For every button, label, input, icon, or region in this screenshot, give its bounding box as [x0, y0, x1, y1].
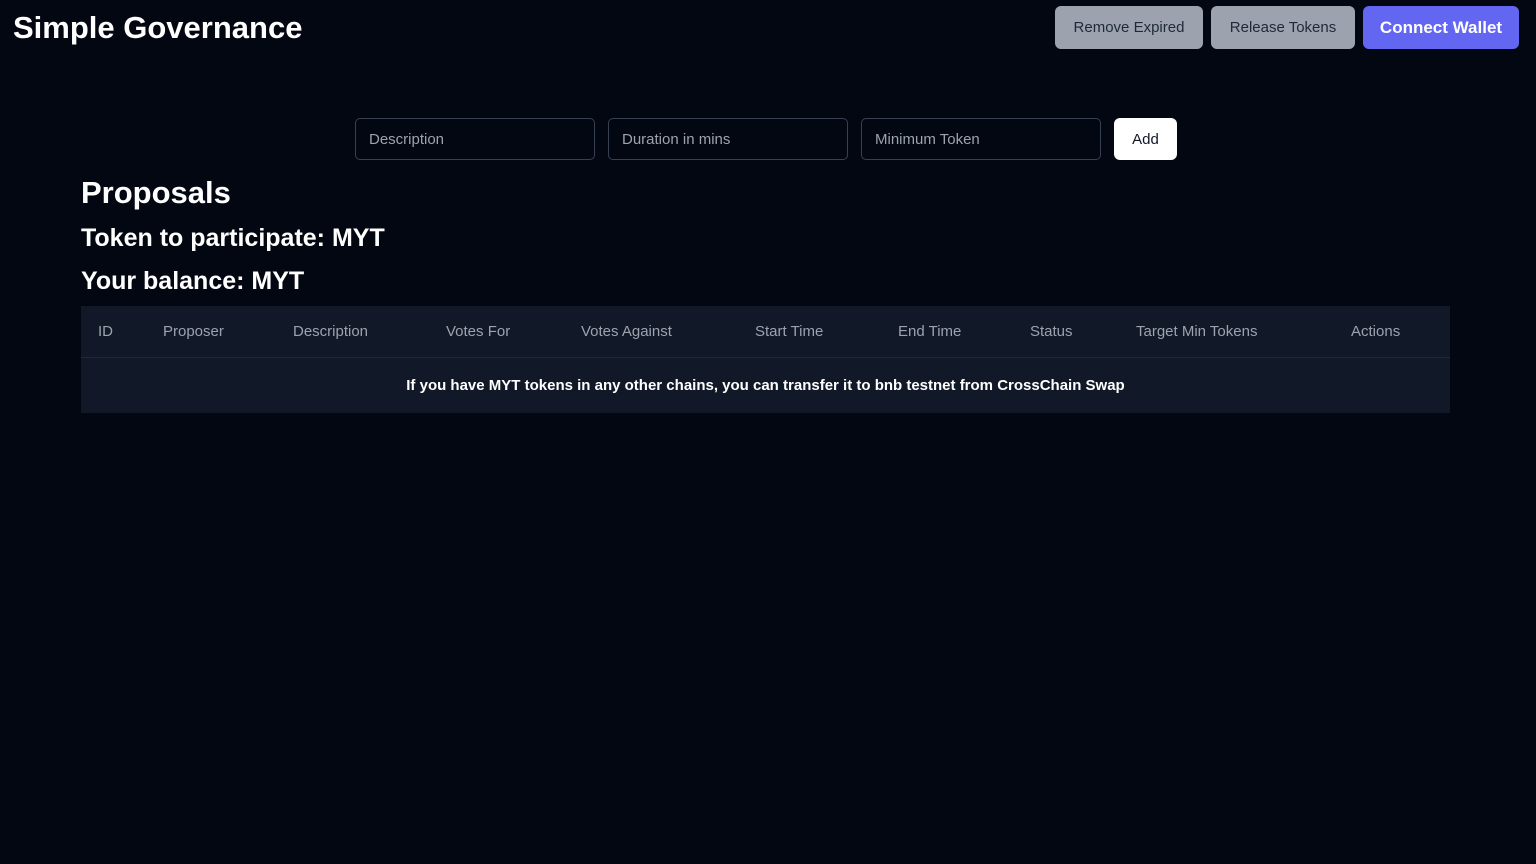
header-actions: Remove Expired Release Tokens Connect Wa…	[1055, 6, 1519, 49]
release-tokens-button[interactable]: Release Tokens	[1211, 6, 1355, 49]
remove-expired-button[interactable]: Remove Expired	[1055, 6, 1203, 49]
app-title: Simple Governance	[13, 10, 303, 45]
column-header-description: Description	[293, 306, 446, 358]
column-header-target-min-tokens: Target Min Tokens	[1136, 306, 1351, 358]
column-header-id: ID	[81, 306, 163, 358]
column-header-votes-for: Votes For	[446, 306, 581, 358]
crosschain-notice: If you have MYT tokens in any other chai…	[406, 377, 1125, 394]
column-header-end-time: End Time	[898, 306, 1030, 358]
table-header-row: ID Proposer Description Votes For Votes …	[81, 306, 1450, 358]
duration-input[interactable]	[608, 118, 848, 160]
column-header-start-time: Start Time	[755, 306, 898, 358]
connect-wallet-button[interactable]: Connect Wallet	[1363, 6, 1519, 49]
token-to-participate: Token to participate: MYT	[81, 224, 385, 252]
column-header-votes-against: Votes Against	[581, 306, 755, 358]
column-header-actions: Actions	[1351, 306, 1450, 358]
page: Simple Governance Remove Expired Release…	[0, 0, 1536, 864]
proposals-table: ID Proposer Description Votes For Votes …	[81, 306, 1450, 413]
add-proposal-button[interactable]: Add	[1114, 118, 1177, 160]
column-header-status: Status	[1030, 306, 1136, 358]
table-row: If you have MYT tokens in any other chai…	[81, 358, 1450, 414]
column-header-proposer: Proposer	[163, 306, 293, 358]
proposals-heading: Proposals	[81, 175, 231, 210]
proposal-form: Add	[355, 118, 1177, 160]
your-balance: Your balance: MYT	[81, 267, 305, 295]
description-input[interactable]	[355, 118, 595, 160]
minimum-token-input[interactable]	[861, 118, 1101, 160]
